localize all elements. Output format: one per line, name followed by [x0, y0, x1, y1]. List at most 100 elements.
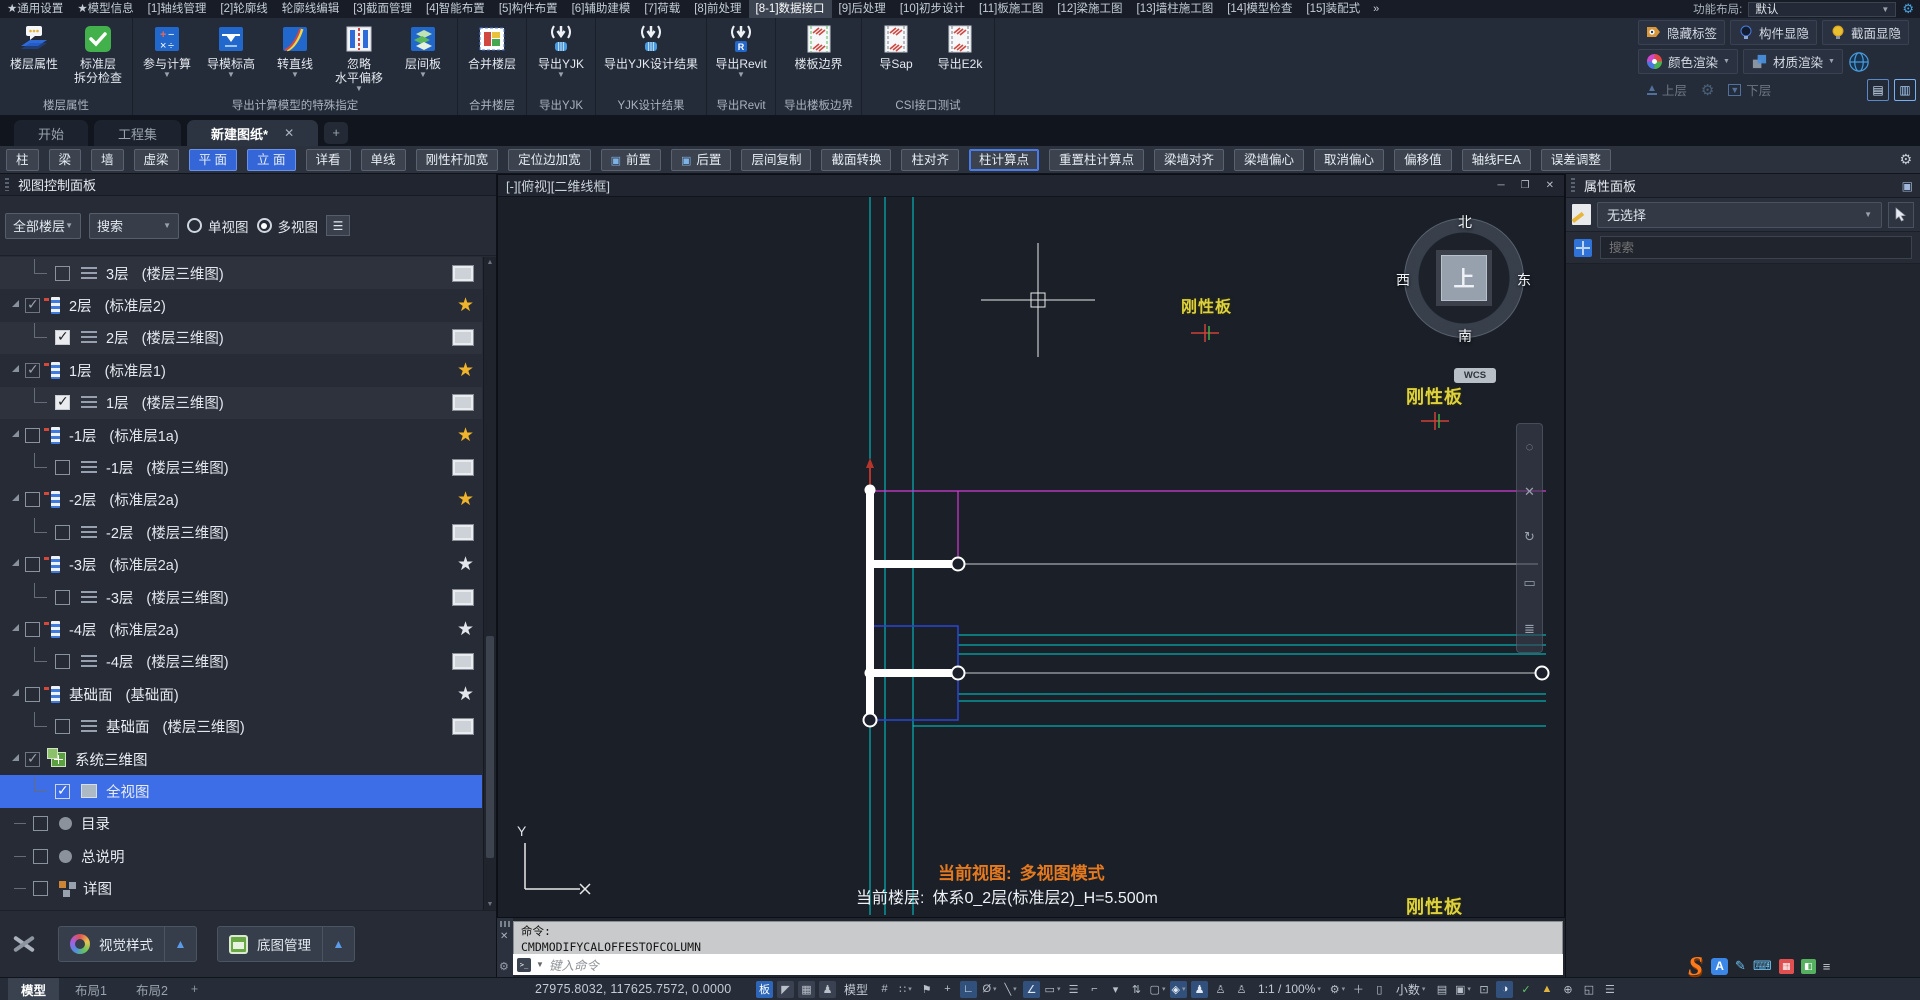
- tree-row[interactable]: 2层 (楼层三维图): [0, 322, 482, 354]
- visibility-checkbox[interactable]: [55, 266, 70, 281]
- polar-tracking-icon[interactable]: Ø: [981, 981, 998, 998]
- refresh-icon[interactable]: ↻: [1524, 529, 1535, 545]
- tree-row[interactable]: -1层 (楼层三维图): [0, 451, 482, 483]
- menu-item[interactable]: ★模型信息: [70, 0, 140, 18]
- tree-row[interactable]: -1层 (标准层1a): [0, 419, 482, 451]
- toolbar-button[interactable]: 梁墙对齐: [1154, 149, 1224, 171]
- tree-row[interactable]: -4层 (标准层2a): [0, 613, 482, 645]
- close-icon[interactable]: ✕: [1524, 484, 1535, 500]
- select-cursor-icon[interactable]: ◤: [777, 981, 794, 998]
- toolbar-button[interactable]: 定位边加宽: [508, 149, 591, 171]
- fullscreen-icon[interactable]: ◱: [1580, 981, 1597, 998]
- tree-row[interactable]: 1层 (楼层三维图): [0, 387, 482, 419]
- toolbar-button[interactable]: 截面转换: [821, 149, 891, 171]
- viewport-label[interactable]: [-][俯视][二维线框]: [506, 176, 610, 195]
- compass-west[interactable]: 西: [1396, 270, 1410, 290]
- property-search-input[interactable]: [1600, 236, 1912, 259]
- menu-item[interactable]: ★通用设置: [0, 0, 70, 18]
- sogou-logo-icon[interactable]: S: [1688, 953, 1703, 979]
- handwriting-icon[interactable]: ✎: [1735, 958, 1746, 974]
- tree-row[interactable]: 3层 (楼层三维图): [0, 257, 482, 289]
- maximize-icon[interactable]: ❐: [1521, 180, 1530, 191]
- selection-effect-icon[interactable]: ▢: [1149, 981, 1166, 998]
- ucs-follow-icon[interactable]: ⇅: [1128, 981, 1145, 998]
- object-snap-icon[interactable]: ╲: [1002, 981, 1019, 998]
- export-revit-button[interactable]: R 导出Revit▼: [715, 20, 767, 98]
- menu-item[interactable]: [12]梁施工图: [1050, 0, 1129, 18]
- menu-item[interactable]: [13]墙柱施工图: [1130, 0, 1221, 18]
- tree-row[interactable]: 1层 (标准层1): [0, 354, 482, 386]
- toolbar-button[interactable]: 墙: [91, 149, 124, 171]
- toolbar-button[interactable]: 轴线FEA: [1462, 149, 1531, 171]
- add-tab-button[interactable]: +: [324, 122, 348, 144]
- grid-icon[interactable]: [1574, 239, 1592, 257]
- row-favorite-icon[interactable]: [457, 424, 474, 447]
- expand-up-icon[interactable]: ▲: [322, 927, 354, 961]
- expander-icon[interactable]: [12, 365, 19, 372]
- single-view-radio[interactable]: 单视图: [187, 216, 249, 236]
- angle-snap-icon[interactable]: ∠: [1023, 981, 1040, 998]
- tree-row[interactable]: -2层 (标准层2a): [0, 484, 482, 516]
- toolbar-button[interactable]: 立 面: [247, 149, 295, 171]
- visibility-checkbox[interactable]: [55, 654, 70, 669]
- tools-icon[interactable]: [8, 931, 38, 957]
- expander-icon[interactable]: [12, 300, 19, 307]
- element-visibility-button[interactable]: 构件显隐: [1730, 20, 1817, 45]
- toolbar-button[interactable]: 偏移值: [1394, 149, 1452, 171]
- interlayer-slab-button[interactable]: 层间板▼: [397, 20, 449, 98]
- tree-row[interactable]: 系统三维图: [0, 743, 482, 775]
- drag-grip-icon[interactable]: [500, 921, 510, 927]
- tree-row[interactable]: 总说明: [0, 840, 482, 872]
- row-favorite-icon[interactable]: [452, 458, 474, 478]
- panel-title-bar[interactable]: 属性面板 ▣: [1566, 174, 1920, 198]
- tree-row[interactable]: -3层 (标准层2a): [0, 549, 482, 581]
- expander-icon[interactable]: [12, 754, 19, 761]
- ortho-mode-icon[interactable]: ∟: [960, 981, 977, 998]
- toolbar-button[interactable]: 取消偏心: [1314, 149, 1384, 171]
- command-input[interactable]: >_ ▼ 键入命令: [513, 954, 1563, 975]
- export-yjk-results-button[interactable]: 导出YJK设计结果: [604, 20, 698, 98]
- row-favorite-icon[interactable]: [452, 522, 474, 542]
- visibility-checkbox[interactable]: [25, 687, 40, 702]
- expander-icon[interactable]: [12, 689, 19, 696]
- visibility-checkbox[interactable]: [25, 557, 40, 572]
- flag-icon[interactable]: ⚑: [918, 981, 935, 998]
- gear-icon[interactable]: ⚙: [1701, 81, 1714, 99]
- compass-south[interactable]: 南: [1458, 326, 1472, 346]
- toolbar-button[interactable]: 重置柱计算点: [1049, 149, 1144, 171]
- toolbar-button[interactable]: 梁墙偏心: [1234, 149, 1304, 171]
- units-label[interactable]: 小数: [1392, 981, 1430, 998]
- row-favorite-icon[interactable]: [452, 393, 474, 413]
- viewport[interactable]: [-][俯视][二维线框] ─ ❐ ✕: [497, 174, 1565, 918]
- lineweight-icon[interactable]: ☰: [1065, 981, 1082, 998]
- model-tab[interactable]: 模型: [8, 978, 59, 1000]
- wrench-icon[interactable]: ⚙: [499, 960, 509, 973]
- menu-item[interactable]: [3]截面管理: [346, 0, 419, 18]
- row-favorite-icon[interactable]: [457, 294, 474, 317]
- panel-title-bar[interactable]: 视图控制面板: [0, 174, 496, 196]
- drag-grip-icon[interactable]: [1571, 178, 1575, 193]
- color-render-button[interactable]: 颜色渲染▼: [1638, 49, 1738, 74]
- row-favorite-icon[interactable]: [457, 359, 474, 382]
- row-favorite-icon[interactable]: [457, 683, 474, 706]
- expander-icon[interactable]: [12, 494, 19, 501]
- visibility-checkbox[interactable]: [33, 816, 48, 831]
- menu-item[interactable]: [1]轴线管理: [141, 0, 214, 18]
- multi-view-radio[interactable]: 多视图: [257, 216, 319, 236]
- tree-row[interactable]: 基础面 (基础面): [0, 678, 482, 710]
- tree-row[interactable]: -4层 (楼层三维图): [0, 646, 482, 678]
- wcs-badge[interactable]: WCS: [1454, 368, 1496, 383]
- keyboard-icon[interactable]: ⌨: [1753, 958, 1772, 974]
- slab-boundary-button[interactable]: 楼板边界: [793, 20, 845, 98]
- menu-item[interactable]: [7]荷载: [637, 0, 687, 18]
- toolbar-button[interactable]: 梁: [49, 149, 82, 171]
- layout1-tab[interactable]: 布局1: [62, 978, 120, 1000]
- visibility-checkbox[interactable]: [55, 719, 70, 734]
- visibility-checkbox[interactable]: [33, 849, 48, 864]
- pick-object-button[interactable]: [1888, 202, 1914, 228]
- toolbar-button[interactable]: 后置: [671, 149, 731, 171]
- export-elevation-button[interactable]: 导模标高▼: [205, 20, 257, 98]
- visibility-checkbox[interactable]: [55, 525, 70, 540]
- toolbar-button[interactable]: 层间复制: [741, 149, 811, 171]
- scroll-down-icon[interactable]: ▼: [487, 901, 494, 908]
